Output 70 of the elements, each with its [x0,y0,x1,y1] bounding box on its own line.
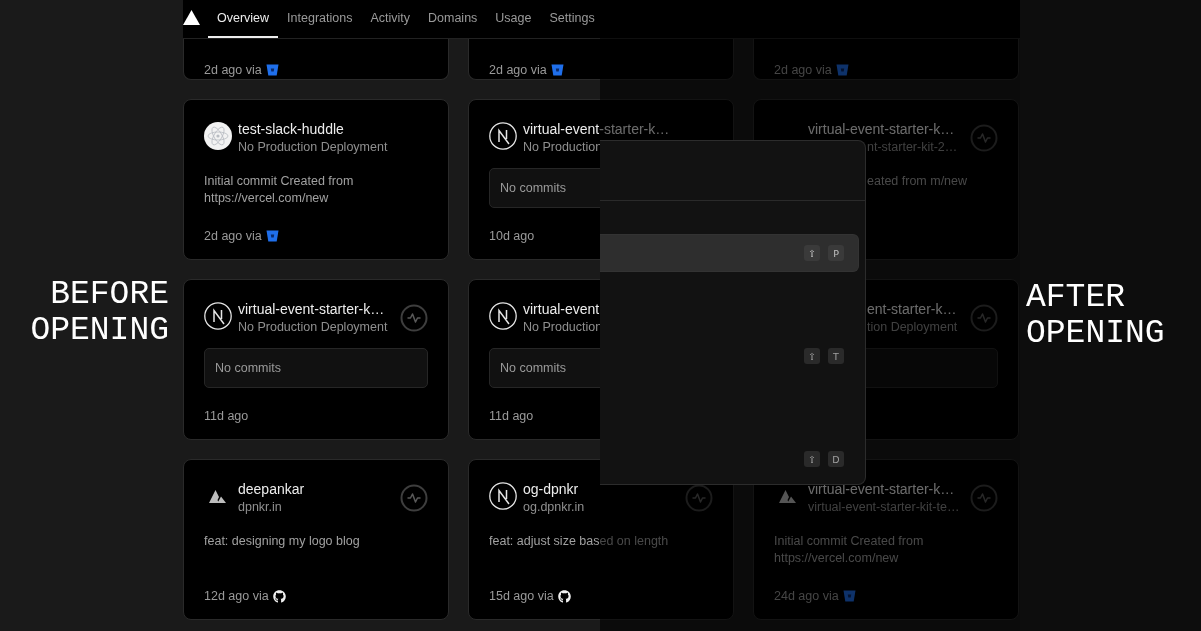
activity-icon[interactable] [685,484,713,512]
project-name[interactable]: deepankar [238,480,394,498]
deploy-time: 2d ago via [774,63,832,77]
deploy-time: 11d ago [489,409,534,423]
commit-message: Initial commit Created from https://vercel.com/new [774,533,925,567]
n-logo-icon [489,482,517,510]
activity-icon[interactable] [970,484,998,512]
activity-icon[interactable] [400,484,428,512]
deploy-time: 11d ago [204,409,249,423]
deploy-time: 2d ago via [489,63,547,77]
menu-item[interactable]: ⇧ P [600,234,859,272]
project-name[interactable]: virtual-event-starter-k… [238,300,394,318]
project-name[interactable]: virtual-event-starter-k… [808,120,964,138]
nav-tab[interactable]: Usage [486,0,541,38]
deploy-time: 15d ago via [489,589,554,603]
nav-tab[interactable]: Activity [361,0,419,38]
atom-logo-icon [204,122,232,150]
bucket-icon [842,590,856,602]
n-logo-icon [489,302,517,330]
project-card[interactable]: 2d ago via [468,39,734,80]
commit-box: No commits [204,348,428,388]
key-cap: ⇧ [804,245,820,261]
deploy-time: 24d ago via [774,589,839,603]
activity-icon[interactable] [970,124,998,152]
activity-icon[interactable] [970,304,998,332]
bucket-icon [835,64,849,76]
nav-tab[interactable]: Integrations [278,0,362,38]
project-domain: tion Deployment [866,319,959,336]
n-logo-icon [489,122,517,150]
commit-message: eated from m/new [866,173,969,190]
project-domain: virtual-event-starter-kit-te… [808,499,961,516]
key-cap: D [828,451,844,467]
deploy-time: 12d ago via [204,589,269,603]
bucket-icon [550,64,564,76]
project-domain: No Production Deployment [238,319,389,336]
nav-tab[interactable]: Settings [540,0,604,38]
bucket-icon [265,64,279,76]
project-card[interactable]: og-dpnkr og.dpnkr.in feat: adjust size based on length 15d ago via [468,459,734,620]
triangle-logo-icon[interactable] [183,9,200,25]
nav-tab[interactable]: Domains [419,0,487,38]
commit-message: feat: designing my logo blog [204,533,361,550]
deploy-time: 2d ago via [204,229,262,243]
project-card[interactable]: virtual-event-starter-k… No Production Deployment No commits 11d ago [183,279,449,440]
project-card[interactable]: test-slack-huddle No Production Deployment Initial commit Created from https://vercel.com/new 2d ago via [183,99,449,260]
key-cap: ⇧ [804,348,820,364]
activity-icon[interactable] [400,304,428,332]
commit-message: Initial commit Created from https://vercel.com/new [204,173,355,207]
deploy-time: 2d ago via [204,63,262,77]
github-icon [272,589,286,603]
commit-message: feat: adjust size based on length [489,533,670,550]
before-label: BEFORE OPENING [29,276,169,349]
bucket-icon [265,230,279,242]
project-name[interactable]: virtual-event-starter-k… [808,480,964,498]
github-icon [557,589,571,603]
key-cap: T [828,348,844,364]
project-name[interactable]: test-slack-huddle [238,120,428,138]
project-domain: og.dpnkr.in [523,499,586,516]
project-domain: dpnkr.in [238,499,283,516]
project-card[interactable]: 2d ago via [183,39,449,80]
after-label: AFTER OPENING [1026,279,1166,352]
n-logo-icon [204,302,232,330]
deploy-time: 10d ago [489,229,535,243]
project-card[interactable]: deepankar dpnkr.in feat: designing my logo blog 12d ago via [183,459,449,620]
project-domain: No Production Deployment [238,139,389,156]
project-domain: No Production [523,319,604,336]
key-cap: P [828,245,844,261]
key-cap: ⇧ [804,451,820,467]
project-name[interactable]: virtual-event-starter-k… [523,120,713,138]
project-domain: nt-starter-kit-2… [866,139,959,156]
project-domain: No Production [523,139,604,156]
